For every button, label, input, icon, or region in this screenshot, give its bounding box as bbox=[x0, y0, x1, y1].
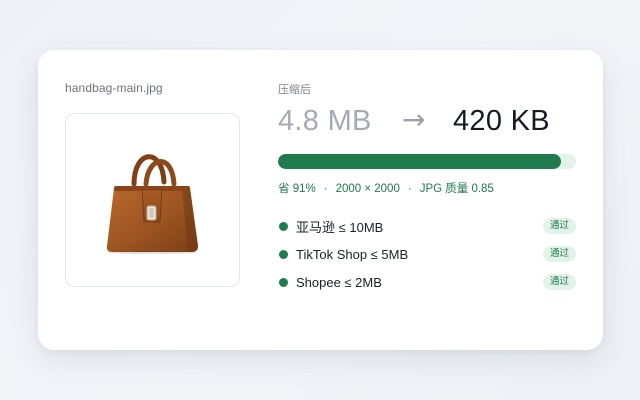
compression-details: 省 91% · 2000 × 2000 · JPG 质量 0.85 bbox=[278, 180, 494, 196]
check-row-shopee: Shopee ≤ 2MB 通过 bbox=[278, 268, 578, 296]
original-size: 4.8 MB bbox=[278, 105, 372, 137]
savings-progress-bar bbox=[278, 154, 576, 169]
check-label: TikTok Shop ≤ 5MB bbox=[296, 246, 409, 262]
check-row-tiktok-shop: TikTok Shop ≤ 5MB 通过 bbox=[278, 240, 578, 268]
check-label: Shopee ≤ 2MB bbox=[296, 274, 382, 290]
savings-progress-fill bbox=[278, 154, 562, 169]
savings-percent: 省 91% bbox=[278, 183, 316, 195]
file-name: handbag-main.jpg bbox=[65, 81, 163, 95]
size-comparison: 4.8 MB → 420 KB bbox=[278, 103, 578, 139]
status-dot-icon bbox=[279, 221, 288, 231]
status-dot-icon bbox=[279, 249, 288, 259]
image-preview[interactable] bbox=[65, 113, 240, 287]
status-badge: 通过 bbox=[542, 218, 576, 234]
compressed-size: 420 KB bbox=[453, 105, 550, 137]
platform-checks: 亚马逊 ≤ 10MB 通过 TikTok Shop ≤ 5MB 通过 Shope… bbox=[278, 212, 578, 296]
arrow-right-icon: → bbox=[402, 103, 426, 136]
image-dimensions: 2000 × 2000 bbox=[335, 183, 400, 195]
compression-result-card: handbag-main.jpg 压缩后 4.8 MB → 420 KB 省 9… bbox=[38, 50, 603, 350]
check-label: 亚马逊 ≤ 10MB bbox=[296, 219, 384, 235]
handbag-photo-icon bbox=[106, 154, 198, 254]
status-dot-icon bbox=[279, 277, 288, 287]
separator: · bbox=[407, 183, 412, 195]
status-badge: 通过 bbox=[542, 246, 576, 262]
separator: · bbox=[323, 183, 328, 195]
check-row-amazon: 亚马逊 ≤ 10MB 通过 bbox=[278, 212, 578, 240]
compressed-label: 压缩后 bbox=[278, 84, 311, 96]
format-quality: JPG 质量 0.85 bbox=[419, 183, 494, 195]
status-badge: 通过 bbox=[542, 274, 576, 290]
